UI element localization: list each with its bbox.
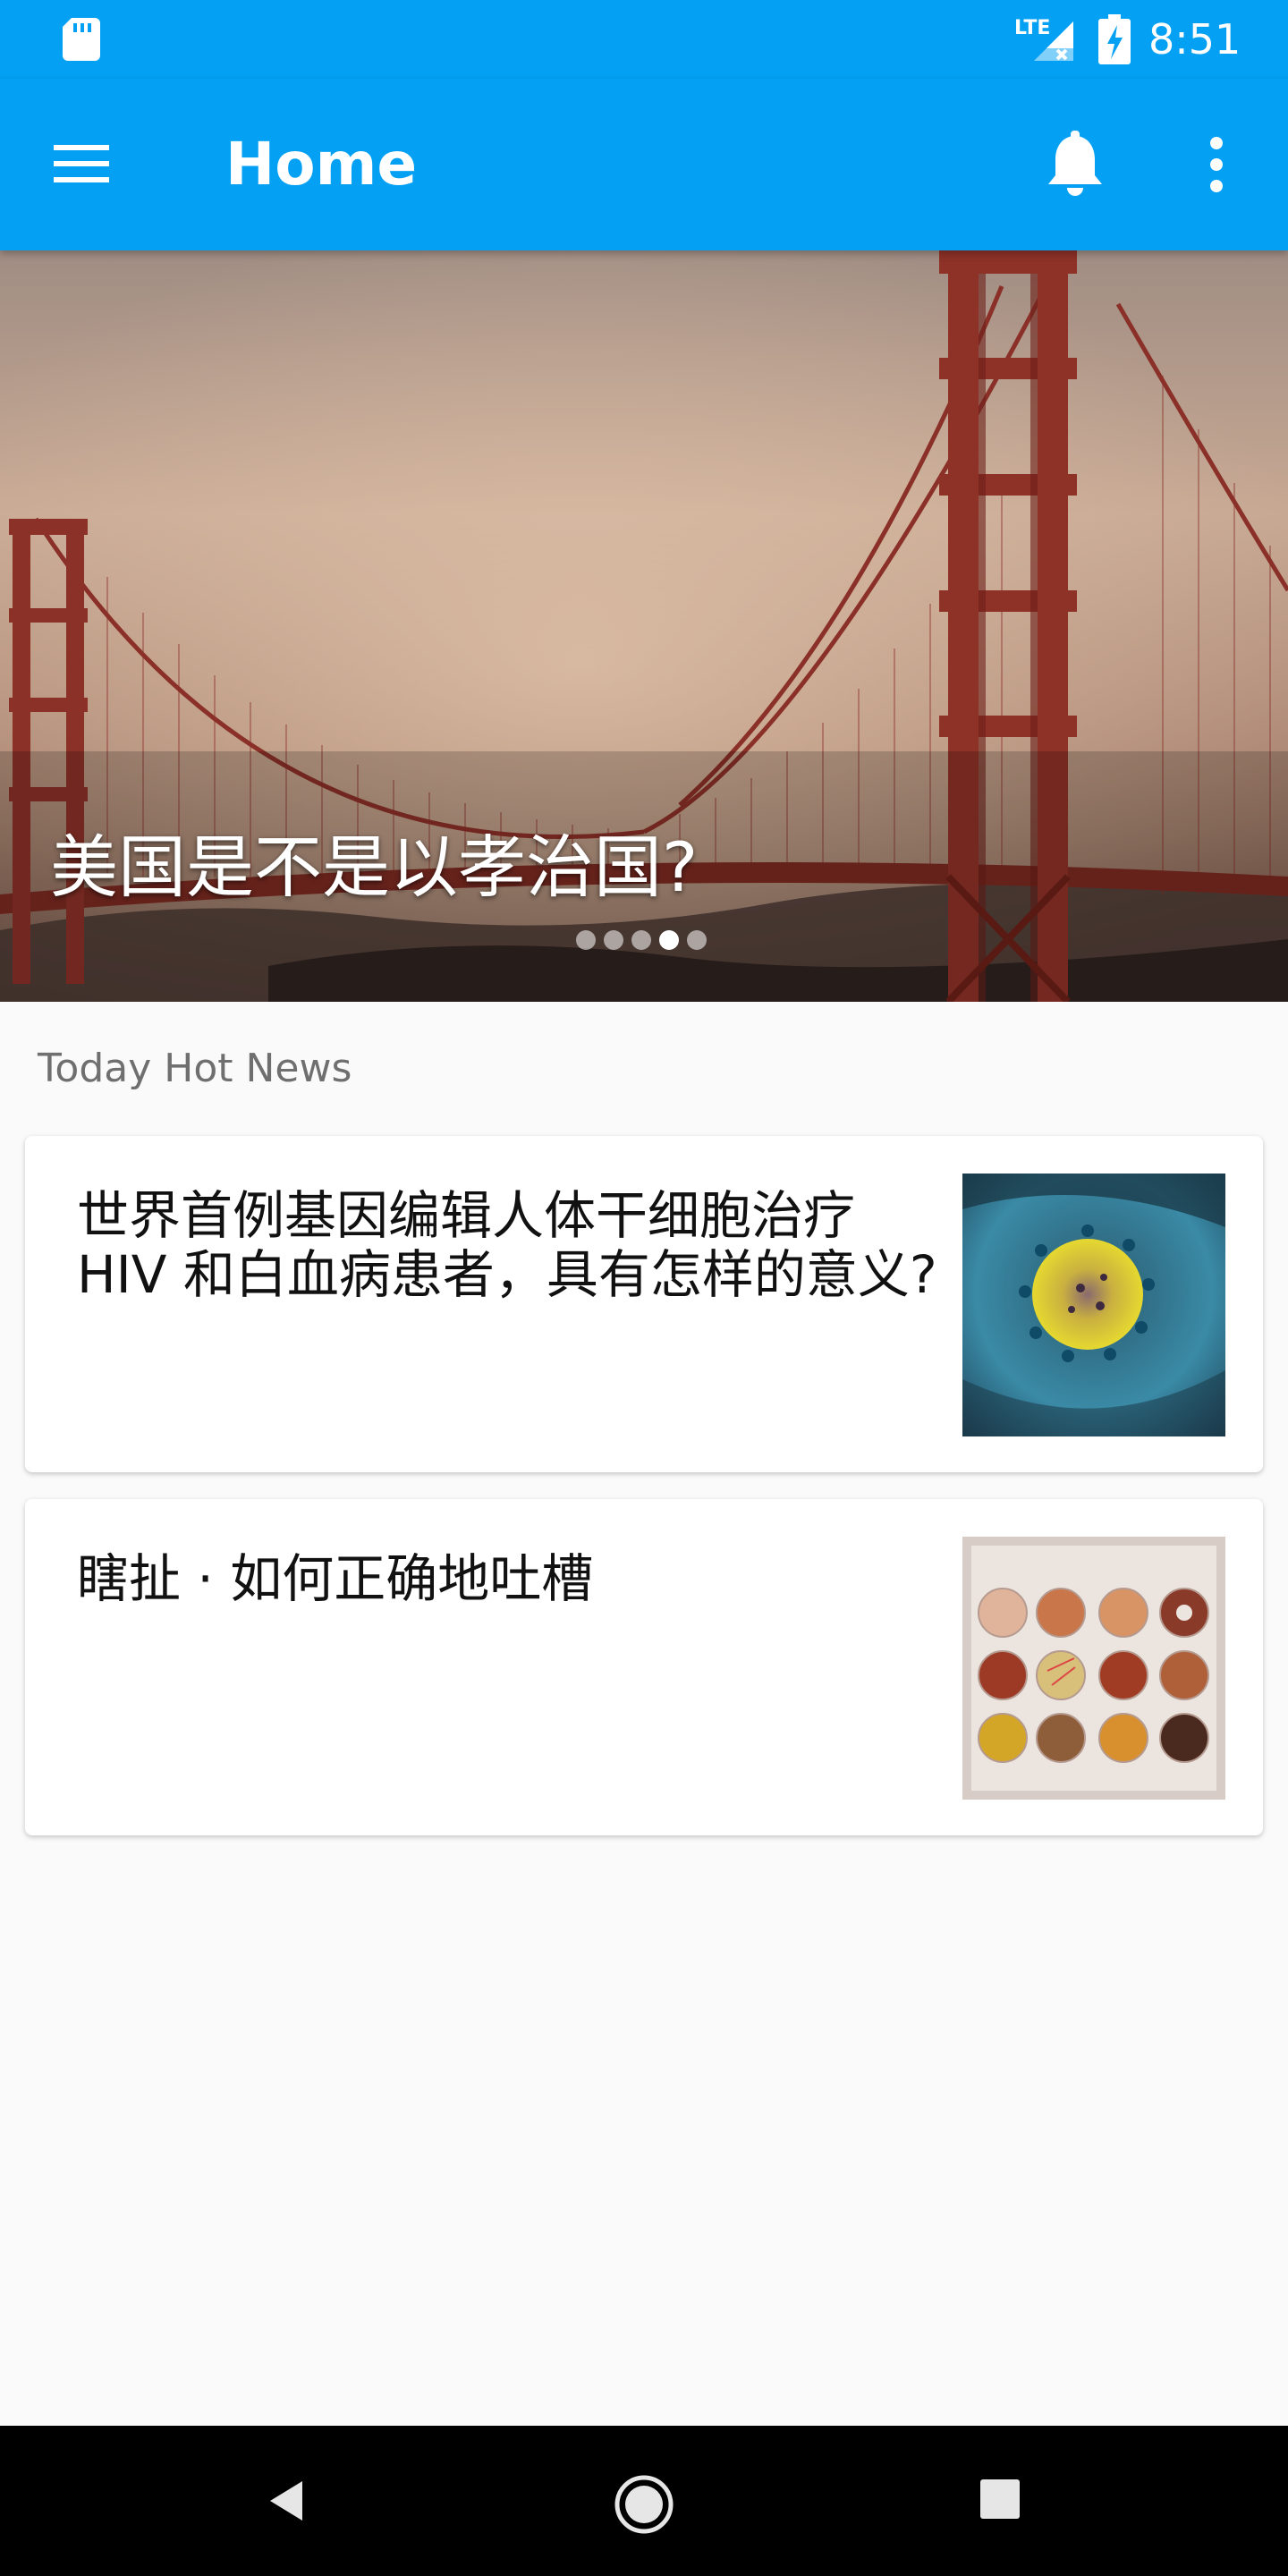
news-card-thumbnail	[962, 1174, 1225, 1436]
news-card[interactable]: 世界首例基因编辑人体干细胞治疗 HIV 和白血病患者，具有怎样的意义?	[25, 1136, 1263, 1472]
battery-charging-icon	[1098, 14, 1131, 64]
news-card-thumbnail	[962, 1537, 1225, 1800]
hero-title: 美国是不是以孝治国?	[50, 827, 699, 907]
hero-carousel[interactable]: 美国是不是以孝治国?	[0, 250, 1288, 1002]
bell-icon[interactable]	[1043, 129, 1107, 200]
pager-dot[interactable]	[687, 930, 707, 950]
status-time: 8:51	[1148, 15, 1241, 64]
app-bar: Home	[0, 79, 1288, 250]
recents-icon[interactable]	[979, 2478, 1021, 2521]
news-card-title: 瞎扯 · 如何正确地吐槽	[77, 1548, 594, 1609]
eyeshadow-palette-image	[962, 1537, 1225, 1800]
sd-card-icon	[63, 18, 100, 61]
news-card[interactable]: 瞎扯 · 如何正确地吐槽	[25, 1499, 1263, 1835]
signal-icon: LTE	[1014, 17, 1073, 61]
news-card-title: 世界首例基因编辑人体干细胞治疗 HIV 和白血病患者，具有怎样的意义?	[77, 1185, 937, 1305]
page-title: Home	[225, 130, 418, 199]
home-icon[interactable]	[612, 2472, 676, 2537]
pager-dot[interactable]	[576, 930, 596, 950]
menu-icon[interactable]	[50, 136, 113, 191]
section-title: Today Hot News	[38, 1046, 352, 1091]
pager-dot[interactable]	[631, 930, 651, 950]
pager-dot[interactable]	[604, 930, 623, 950]
virus-image	[962, 1174, 1225, 1436]
network-label: LTE	[1014, 17, 1050, 39]
status-bar: LTE 8:51	[0, 0, 1288, 79]
back-icon[interactable]	[263, 2476, 313, 2526]
pager-dot-active[interactable]	[659, 930, 679, 950]
system-nav-bar	[0, 2426, 1288, 2576]
overflow-icon[interactable]	[1199, 132, 1234, 197]
carousel-indicator	[576, 930, 710, 952]
